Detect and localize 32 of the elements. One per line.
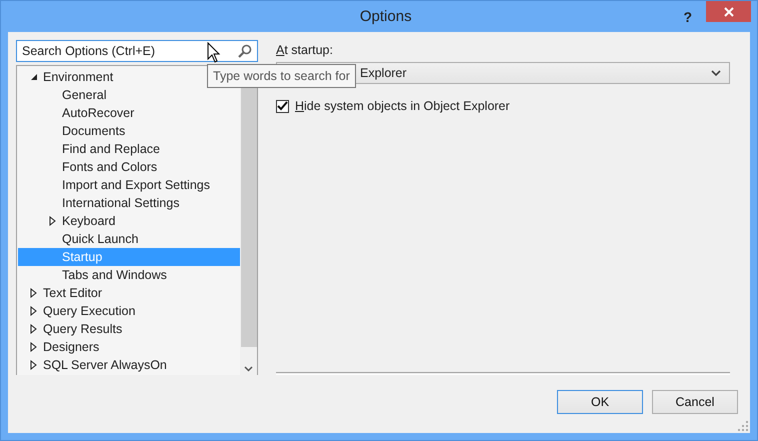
tree-item[interactable]: General xyxy=(18,86,240,104)
close-button[interactable] xyxy=(706,1,752,22)
close-icon xyxy=(724,6,734,16)
search-field[interactable]: Search Options (Ctrl+E) xyxy=(16,40,258,62)
search-icon xyxy=(238,44,252,58)
tree-item[interactable]: Designers xyxy=(18,338,240,356)
tree-item[interactable]: Import and Export Settings xyxy=(18,176,240,194)
startup-label: At startup: xyxy=(276,43,334,59)
checkbox-label: Hide system objects in Object Explorer xyxy=(295,99,510,113)
tree-item[interactable]: Query Execution xyxy=(18,302,240,320)
tree-item[interactable]: International Settings xyxy=(18,194,240,212)
tree-item[interactable]: SQL Server AlwaysOn xyxy=(18,356,240,374)
window-title: Options xyxy=(360,8,412,25)
tree-item[interactable]: Tabs and Windows xyxy=(18,266,240,284)
tree-item[interactable]: Query Results xyxy=(18,320,240,338)
tree-item[interactable]: Fonts and Colors xyxy=(18,158,240,176)
help-button[interactable]: ? xyxy=(683,8,692,24)
resize-grip-icon[interactable] xyxy=(738,421,748,431)
scroll-down-icon[interactable] xyxy=(244,366,253,372)
ok-button[interactable]: OK xyxy=(557,390,643,414)
mouse-cursor-icon xyxy=(207,42,221,64)
checkmark-icon xyxy=(277,101,288,111)
tooltip: Type words to search for xyxy=(207,64,356,88)
checkbox[interactable] xyxy=(276,100,289,112)
chevron-down-icon xyxy=(711,70,721,76)
tree-item[interactable]: Text Editor xyxy=(18,284,240,302)
tree-item[interactable]: Find and Replace xyxy=(18,140,240,158)
tree-item[interactable]: Documents xyxy=(18,122,240,140)
tree-item[interactable]: AutoRecover xyxy=(18,104,240,122)
tree-item[interactable]: Quick Launch xyxy=(18,230,240,248)
tree-item[interactable]: Keyboard xyxy=(18,212,240,230)
cancel-button[interactable]: Cancel xyxy=(652,390,738,414)
